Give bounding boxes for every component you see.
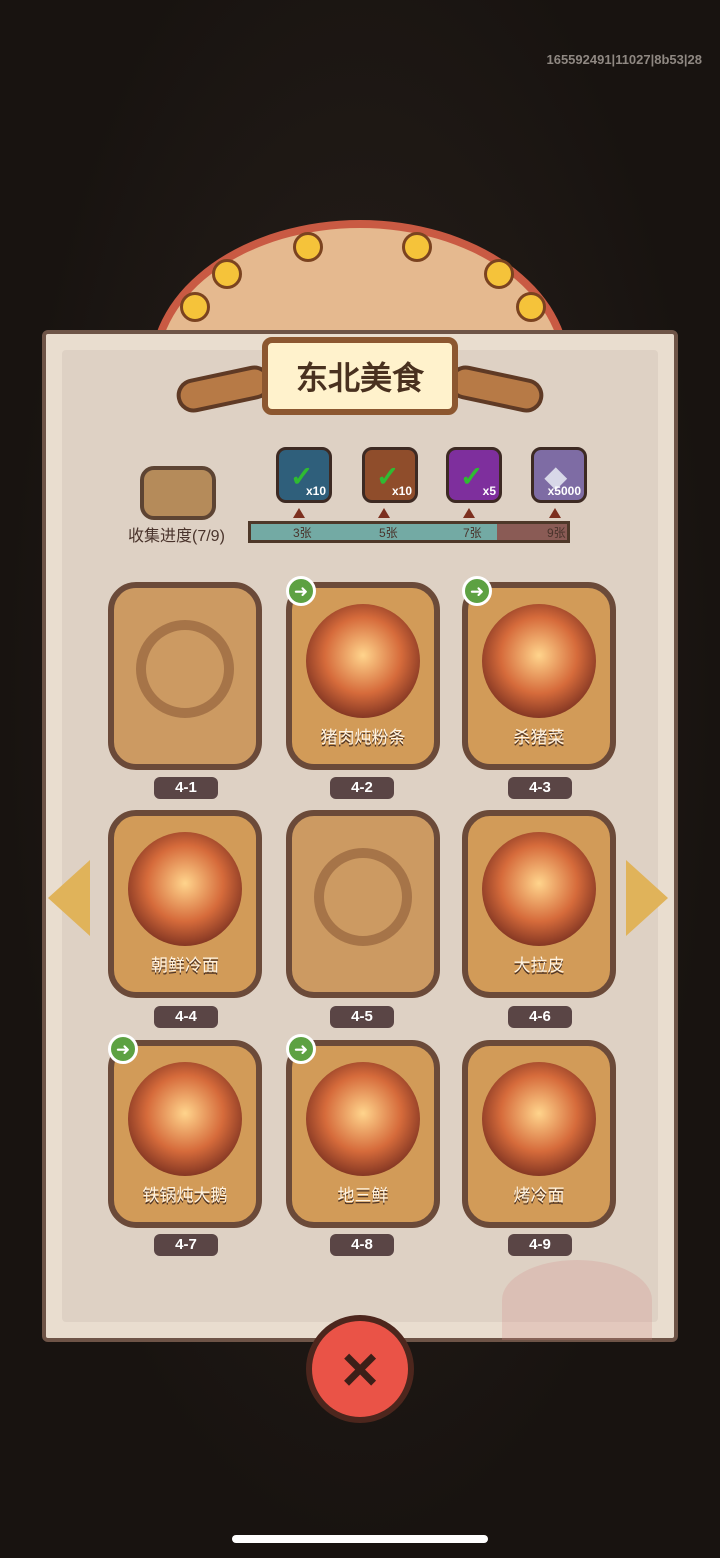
- food-image: [128, 832, 242, 946]
- card-name: 朝鲜冷面: [151, 956, 219, 975]
- milestone-label: 7张: [463, 526, 482, 540]
- stud: [293, 232, 323, 262]
- card-id: 4-8: [330, 1234, 394, 1256]
- reward-qty: x10: [305, 484, 326, 498]
- food-card-4-2[interactable]: 猪肉炖粉条: [286, 582, 440, 770]
- card-name: 铁锅炖大鹅: [142, 1186, 228, 1205]
- card-id: 4-4: [154, 1006, 218, 1028]
- milestone-label: 3张: [293, 526, 312, 540]
- food-image: [482, 604, 596, 718]
- stud: [516, 292, 546, 322]
- locked-smile-icon: [136, 620, 234, 718]
- food-card-4-5[interactable]: [286, 810, 440, 998]
- card-id: 4-7: [154, 1234, 218, 1256]
- card-id: 4-9: [508, 1234, 572, 1256]
- share-icon[interactable]: ➜: [108, 1034, 138, 1064]
- reward-qty: x5: [482, 484, 496, 498]
- card-id: 4-6: [508, 1006, 572, 1028]
- stud: [484, 259, 514, 289]
- milestone-label: 5张: [379, 526, 398, 540]
- card-id: 4-1: [154, 777, 218, 799]
- food-image: [482, 832, 596, 946]
- milestone-label: 9张: [547, 526, 566, 540]
- card-name: 猪肉炖粉条: [320, 728, 406, 747]
- debug-id: 165592491|11027|8b53|28: [546, 52, 702, 67]
- stud: [402, 232, 432, 262]
- food-card-4-6[interactable]: 大拉皮: [462, 810, 616, 998]
- reward-qty: x10: [391, 484, 412, 498]
- panel-title: 东北美食: [262, 337, 458, 415]
- progress-fill: [251, 524, 497, 540]
- food-card-4-8[interactable]: 地三鲜: [286, 1040, 440, 1228]
- reward-3[interactable]: ✓ x5: [446, 447, 502, 503]
- food-image: [482, 1062, 596, 1176]
- milestone-arrow: [549, 508, 561, 518]
- food-card-4-4[interactable]: 朝鲜冷面: [108, 810, 262, 998]
- food-card-4-7[interactable]: 铁锅炖大鹅: [108, 1040, 262, 1228]
- food-card-4-3[interactable]: 杀猪菜: [462, 582, 616, 770]
- previous-page-icon[interactable]: [48, 860, 90, 936]
- food-image: [128, 1062, 242, 1176]
- milestone-arrow: [378, 508, 390, 518]
- reward-2[interactable]: ✓ x10: [362, 447, 418, 503]
- collection-label: 收集进度(7/9): [128, 528, 225, 545]
- reward-qty: x5000: [547, 484, 581, 498]
- share-icon[interactable]: ➜: [286, 576, 316, 606]
- close-button[interactable]: ×: [306, 1315, 414, 1423]
- card-name: 烤冷面: [513, 1186, 565, 1205]
- share-icon[interactable]: ➜: [286, 1034, 316, 1064]
- stud: [212, 259, 242, 289]
- food-card-4-9[interactable]: 烤冷面: [462, 1040, 616, 1228]
- food-card-4-1[interactable]: [108, 582, 262, 770]
- share-icon[interactable]: ➜: [462, 576, 492, 606]
- seal-stamp: [502, 1260, 652, 1340]
- milestone-arrow: [293, 508, 305, 518]
- card-id: 4-3: [508, 777, 572, 799]
- food-image: [306, 1062, 420, 1176]
- stud: [180, 292, 210, 322]
- reward-4[interactable]: ◆ x5000: [531, 447, 587, 503]
- card-id: 4-5: [330, 1006, 394, 1028]
- card-name: 大拉皮: [513, 956, 565, 975]
- card-name: 地三鲜: [337, 1186, 389, 1205]
- close-icon: ×: [341, 1333, 379, 1405]
- card-id: 4-2: [330, 777, 394, 799]
- milestone-arrow: [463, 508, 475, 518]
- home-indicator[interactable]: [232, 1535, 488, 1543]
- card-name: 杀猪菜: [513, 728, 565, 747]
- checkmark-icon: ✓: [460, 461, 484, 492]
- collection-icon: [140, 466, 216, 520]
- food-image: [306, 604, 420, 718]
- collection-progress: 3张 5张 7张 9张: [248, 521, 570, 543]
- reward-1[interactable]: ✓ x10: [276, 447, 332, 503]
- next-page-icon[interactable]: [626, 860, 668, 936]
- locked-smile-icon: [314, 848, 412, 946]
